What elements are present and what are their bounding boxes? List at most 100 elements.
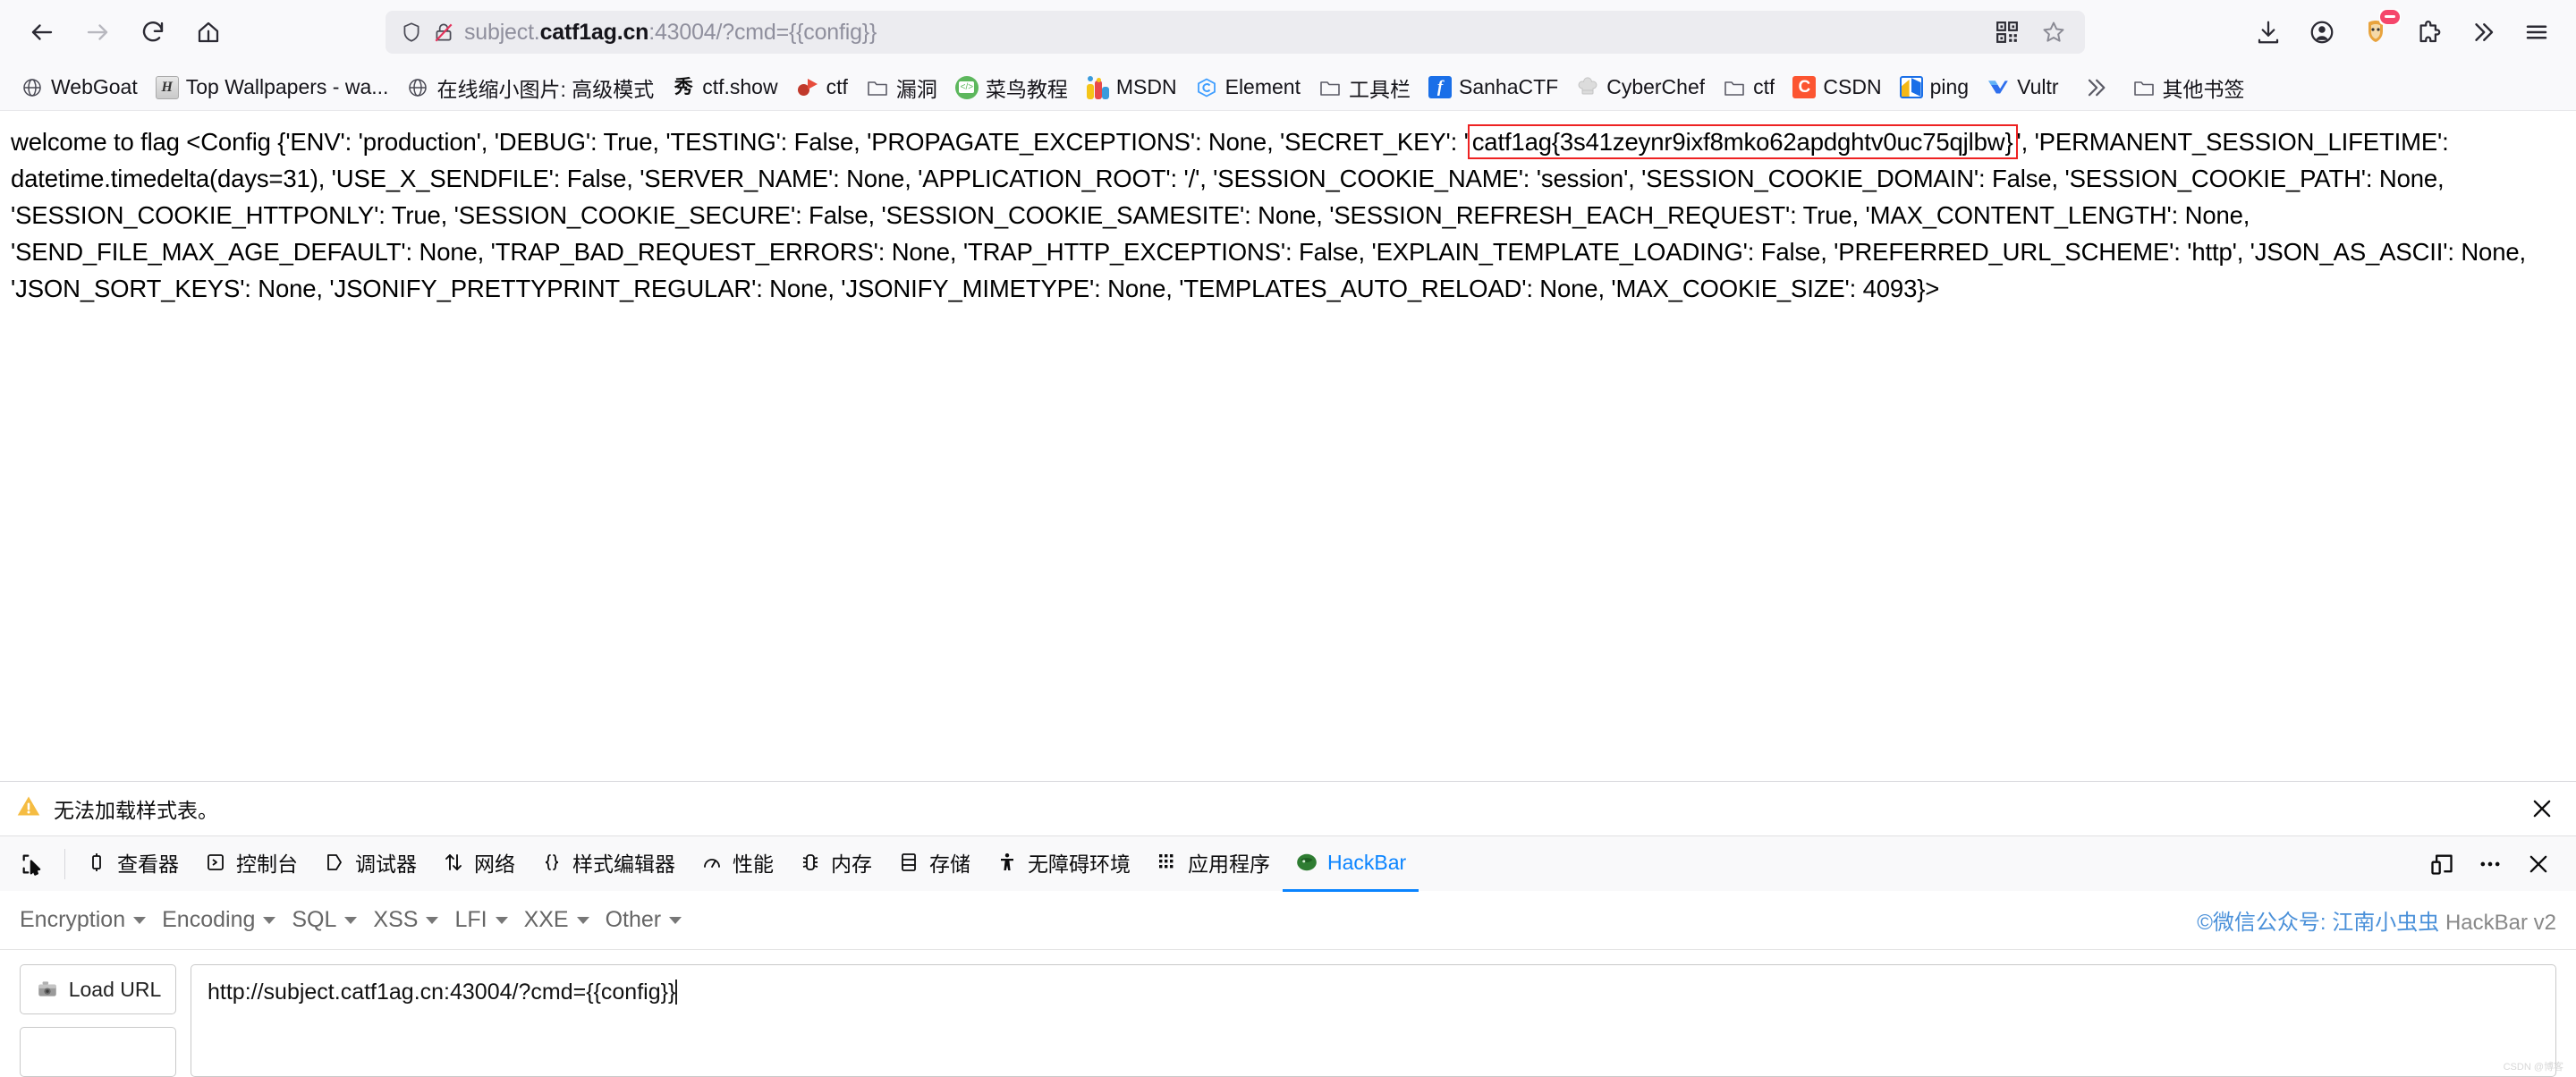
tab-label: 性能 — [733, 852, 774, 876]
chevron-down-icon — [344, 916, 358, 924]
url-text[interactable]: subject.catf1ag.cn:43004/?cmd={{config}} — [464, 20, 1987, 46]
devtools-tab-memory[interactable]: 内存 — [786, 836, 885, 892]
console-icon — [204, 851, 227, 874]
chevron-down-icon — [133, 916, 147, 924]
responsive-design-mode-icon[interactable] — [2420, 843, 2463, 886]
hackbar-menu-other[interactable]: Other — [606, 902, 699, 938]
overflow-chevrons-icon[interactable] — [2458, 7, 2508, 57]
element-icon — [1195, 76, 1218, 99]
back-button[interactable] — [14, 4, 70, 60]
devtools-tab-application[interactable]: 应用程序 — [1143, 836, 1283, 892]
forward-button[interactable] — [70, 4, 125, 60]
sanhactf-icon: f — [1428, 76, 1452, 98]
devtools-tab-network[interactable]: 网络 — [429, 836, 528, 892]
devtools-tab-console[interactable]: 控制台 — [191, 836, 310, 892]
wallpaper-icon: H — [155, 75, 179, 99]
performance-icon — [700, 851, 724, 874]
bookmark-runoob[interactable]: </> 菜鸟教程 — [947, 68, 1076, 107]
menu-label: Other — [605, 907, 662, 932]
hackbar-secondary-button[interactable] — [20, 1027, 176, 1077]
devtools-tab-hackbar[interactable]: HackBar — [1283, 836, 1419, 892]
tab-label: 内存 — [831, 852, 872, 876]
home-button[interactable] — [181, 4, 236, 60]
url-input-value: http://subject.catf1ag.cn:43004/?cmd={{c… — [208, 979, 676, 1005]
style-editor-icon — [540, 851, 564, 874]
insecure-connection-icon[interactable] — [432, 21, 455, 44]
hackbar-menu-encryption[interactable]: Encryption — [20, 902, 162, 938]
qr-code-icon[interactable] — [1987, 12, 2028, 53]
bookmark-label: CyberChef — [1606, 75, 1706, 98]
hackbar-icon — [1295, 851, 1318, 874]
bookmark-online-image-resizer[interactable]: 在线缩小图片: 高级模式 — [398, 68, 662, 107]
notification-close-icon[interactable] — [2524, 793, 2560, 825]
flask-config-output: welcome to flag <Config {'ENV': 'product… — [11, 123, 2565, 307]
ctfshow-icon: 秀 — [674, 76, 693, 98]
devtools-tab-debugger[interactable]: 调试器 — [310, 836, 429, 892]
bookmark-element[interactable]: Element — [1187, 71, 1309, 104]
load-url-icon — [35, 977, 60, 1002]
menu-label: LFI — [454, 907, 487, 932]
bookmarks-overflow-icon[interactable] — [2069, 75, 2123, 100]
bookmark-ping[interactable]: ping — [1892, 71, 1977, 104]
runoob-icon: </> — [954, 75, 979, 99]
chevron-down-icon — [263, 916, 276, 924]
devtools-tab-performance[interactable]: 性能 — [688, 836, 786, 892]
bookmark-label: 在线缩小图片: 高级模式 — [436, 77, 655, 101]
hackbar-menu-lfi[interactable]: LFI — [454, 902, 523, 938]
msdn-icon — [1086, 75, 1109, 99]
load-url-button[interactable]: Load URL — [20, 964, 176, 1014]
tab-label: 网络 — [474, 852, 515, 876]
page-content: welcome to flag <Config {'ENV': 'product… — [0, 111, 2576, 781]
folder-icon — [1318, 76, 1342, 99]
account-icon[interactable] — [2297, 7, 2347, 57]
chevron-down-icon — [495, 916, 508, 924]
extensions-icon[interactable] — [2404, 7, 2454, 57]
bookmark-msdn[interactable]: MSDN — [1078, 71, 1185, 104]
application-menu-icon[interactable] — [2512, 7, 2562, 57]
bookmark-cyberchef[interactable]: CyberChef — [1568, 71, 1713, 104]
tracking-protection-shield-icon[interactable] — [400, 21, 423, 44]
bookmark-ctf-folder[interactable]: ctf — [1715, 71, 1783, 104]
devtools-tab-inspector[interactable]: 查看器 — [72, 836, 191, 892]
hackbar-body: Load URL http://subject.catf1ag.cn:43004… — [0, 950, 2576, 1077]
bookmark-top-wallpapers[interactable]: H Top Wallpapers - wa... — [148, 71, 397, 104]
devtools-notification-bar: 无法加载样式表。 — [0, 782, 2576, 835]
devtools-more-options-icon[interactable] — [2469, 843, 2512, 886]
devtools-tab-accessibility[interactable]: 无障碍环境 — [983, 836, 1143, 892]
devtools-tab-style-editor[interactable]: 样式编辑器 — [528, 836, 688, 892]
bookmark-loudong-folder[interactable]: 漏洞 — [858, 68, 945, 107]
tab-label: HackBar — [1327, 850, 1407, 874]
bookmark-star-icon[interactable] — [2033, 12, 2074, 53]
bookmark-label: ping — [1929, 75, 1970, 98]
url-input[interactable]: http://subject.catf1ag.cn:43004/?cmd={{c… — [191, 964, 2556, 1077]
bookmark-label: SanhaCTF — [1458, 75, 1559, 98]
devtools-close-icon[interactable] — [2517, 843, 2560, 886]
text-cursor — [675, 979, 678, 1005]
element-picker-icon[interactable] — [7, 839, 57, 889]
ublock-origin-extension-icon[interactable] — [2351, 7, 2401, 57]
menu-label: XXE — [523, 907, 569, 932]
address-bar[interactable]: subject.catf1ag.cn:43004/?cmd={{config}} — [386, 11, 2085, 54]
bookmark-ctf-show[interactable]: 秀 ctf.show — [664, 71, 785, 104]
bookmark-label: 菜鸟教程 — [985, 77, 1068, 101]
devtools-tabbar: 查看器 控制台 调试器 网络 样式编辑器 性能 内存 存储 无障碍环境 应用程序… — [0, 835, 2576, 892]
bookmark-vultr[interactable]: Vultr — [1979, 71, 2066, 104]
network-icon — [442, 851, 465, 874]
downloads-icon[interactable] — [2243, 7, 2293, 57]
bookmark-webgoat[interactable]: WebGoat — [13, 71, 146, 104]
bookmark-sanhactf[interactable]: f SanhaCTF — [1420, 71, 1566, 104]
tab-label: 存储 — [929, 852, 970, 876]
hackbar-menu-sql[interactable]: SQL — [292, 902, 373, 938]
url-path: :43004/?cmd={{config}} — [648, 19, 877, 45]
devtools-tab-storage[interactable]: 存储 — [885, 836, 983, 892]
bookmark-ctf-1[interactable]: ctf — [788, 71, 856, 104]
bookmark-other-bookmarks[interactable]: 其他书签 — [2124, 68, 2253, 107]
bookmark-toolbar-folder[interactable]: 工具栏 — [1310, 68, 1419, 107]
hackbar-menu-xxe[interactable]: XXE — [524, 902, 606, 938]
notification-text: 无法加载样式表。 — [54, 799, 218, 822]
hackbar-menu-xss[interactable]: XSS — [373, 902, 454, 938]
reload-button[interactable] — [125, 4, 181, 60]
browser-toolbar-actions — [2234, 7, 2562, 57]
bookmark-csdn[interactable]: C CSDN — [1784, 71, 1889, 104]
hackbar-menu-encoding[interactable]: Encoding — [162, 902, 292, 938]
